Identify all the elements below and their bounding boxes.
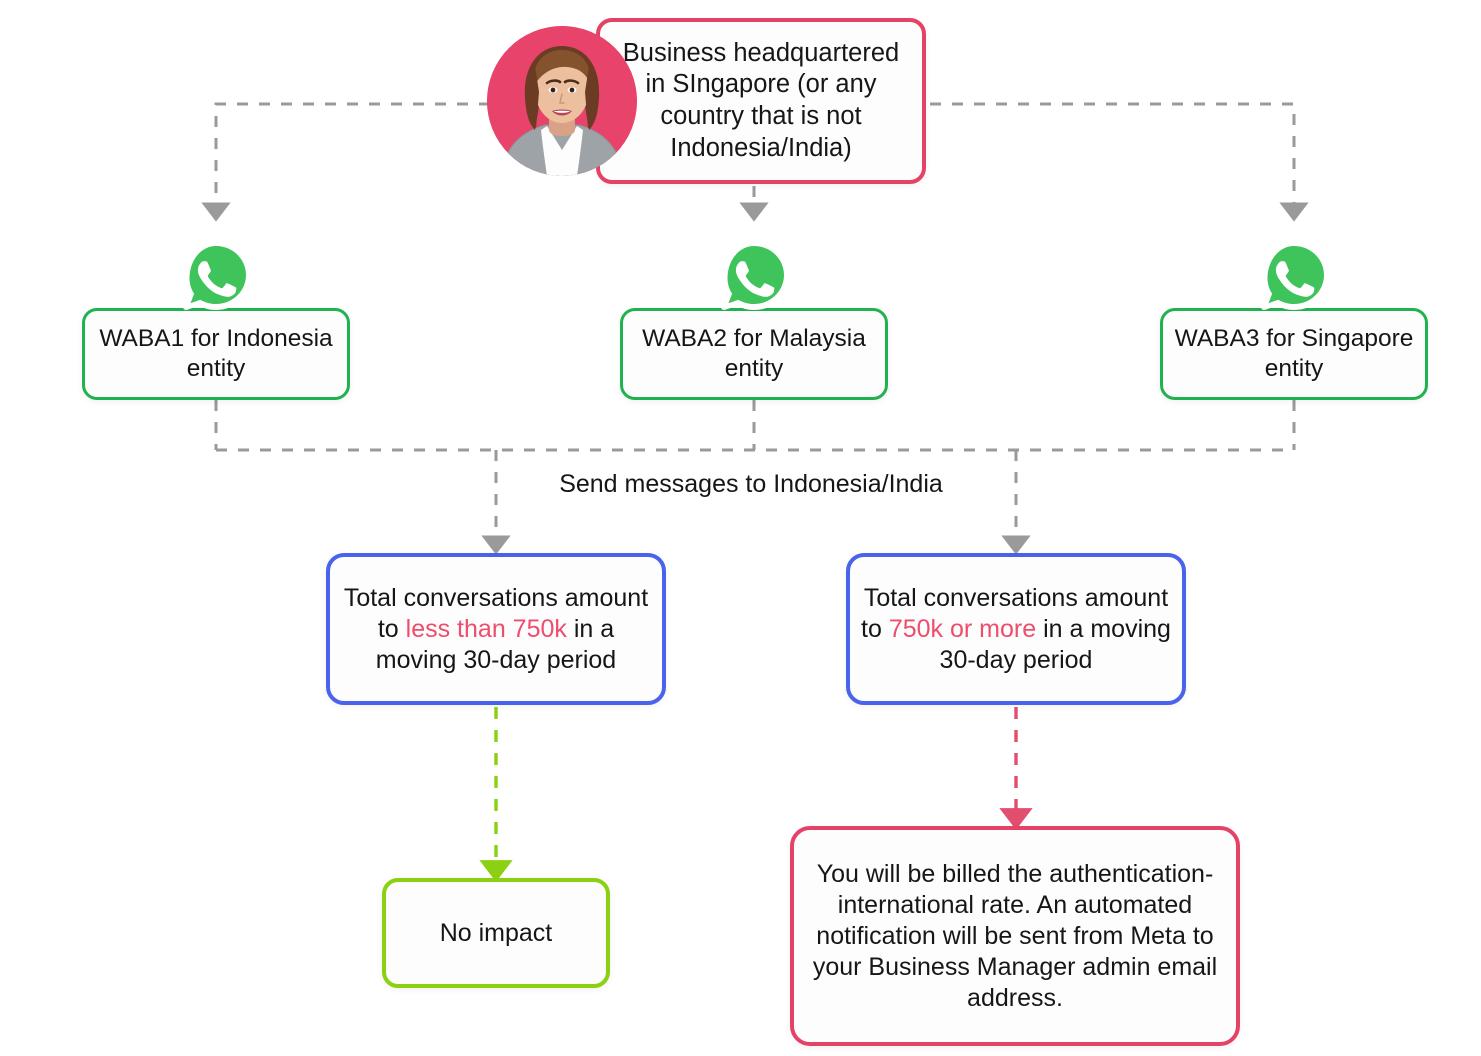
waba1-label: WABA1 for Indonesia entity <box>99 324 333 382</box>
flowchart-canvas: Business headquartered in SIngapore (or … <box>0 0 1481 1056</box>
edge-label-send-messages: Send messages to Indonesia/India <box>559 470 943 498</box>
whatsapp-icon <box>178 239 254 315</box>
condition-node-750k-or-more: Total conversations amount to 750k or mo… <box>846 553 1186 705</box>
outcome-node-no-impact: No impact <box>382 878 610 988</box>
business-headquarters-label: Business headquartered in SIngapore (or … <box>622 38 900 162</box>
outcome-no-impact-label: No impact <box>439 918 553 947</box>
waba3-label: WABA3 for Singapore entity <box>1174 324 1414 382</box>
whatsapp-icon <box>716 239 792 315</box>
condition-right-highlight: 750k or more <box>888 614 1037 643</box>
whatsapp-icon <box>1256 239 1332 315</box>
business-owner-avatar <box>487 26 637 176</box>
outcome-node-billed: You will be billed the authentication-in… <box>790 826 1240 1046</box>
business-headquarters-node: Business headquartered in SIngapore (or … <box>596 18 926 184</box>
condition-right-label: Total conversations amount to 750k or mo… <box>850 583 1182 676</box>
waba2-node: WABA2 for Malaysia entity <box>620 308 888 400</box>
waba3-node: WABA3 for Singapore entity <box>1160 308 1428 400</box>
outcome-billed-label: You will be billed the authentication-in… <box>812 859 1218 1012</box>
condition-left-label: Total conversations amount to less than … <box>330 583 662 676</box>
waba1-node: WABA1 for Indonesia entity <box>82 308 350 400</box>
condition-left-highlight: less than 750k <box>405 614 567 643</box>
waba2-label: WABA2 for Malaysia entity <box>642 324 866 382</box>
condition-node-less-than-750k: Total conversations amount to less than … <box>326 553 666 705</box>
